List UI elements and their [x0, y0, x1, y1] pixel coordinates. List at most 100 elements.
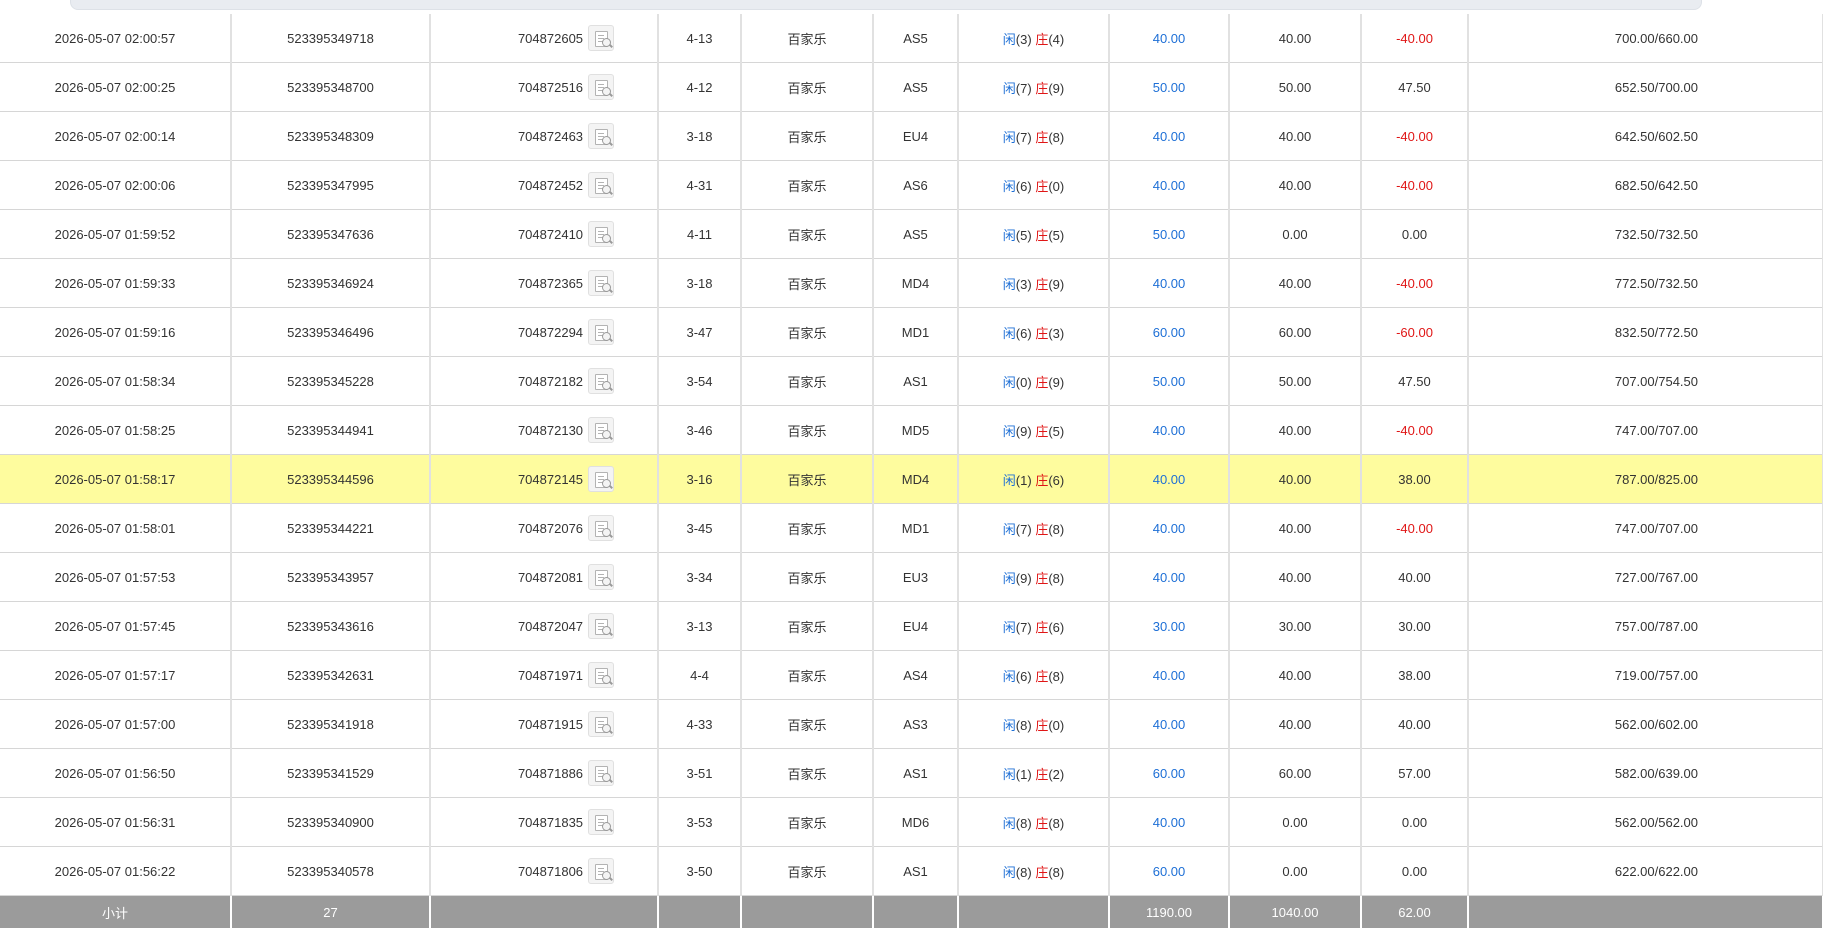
game-result: 闲(6) 庄(3) [958, 307, 1110, 357]
player-score: (8) [1015, 864, 1032, 880]
horizontal-scrollbar[interactable] [0, 0, 1823, 14]
document-search-icon[interactable] [588, 564, 615, 590]
shoe-number: 3-47 [658, 307, 742, 357]
round-cell: 704872410 [430, 209, 659, 259]
round-number: 704872145 [517, 471, 584, 487]
document-search-icon[interactable] [588, 368, 615, 394]
player-label: 闲 [1002, 276, 1016, 292]
player-score: (1) [1015, 766, 1032, 782]
banker-score: (0) [1048, 717, 1065, 733]
round-number: 704871971 [517, 667, 584, 683]
table-code: EU3 [873, 552, 959, 602]
valid-bet: 40.00 [1229, 650, 1362, 700]
game-type: 百家乐 [741, 650, 874, 700]
win-loss: 0.00 [1361, 846, 1469, 896]
banker-score: (8) [1048, 570, 1065, 586]
banker-label: 庄 [1035, 31, 1049, 47]
game-type: 百家乐 [741, 258, 874, 308]
balance-before-after: 582.00/639.00 [1468, 748, 1823, 798]
banker-score: (6) [1048, 472, 1065, 488]
document-search-icon[interactable] [588, 221, 615, 247]
document-search-icon[interactable] [588, 613, 615, 639]
table-code: AS3 [873, 699, 959, 749]
document-search-icon[interactable] [588, 809, 615, 835]
shoe-number: 3-18 [658, 111, 742, 161]
win-loss: 30.00 [1361, 601, 1469, 651]
player-score: (6) [1015, 325, 1032, 341]
document-search-icon[interactable] [588, 25, 615, 51]
player-label: 闲 [1002, 766, 1016, 782]
valid-bet: 60.00 [1229, 748, 1362, 798]
round-number: 704872076 [517, 520, 584, 536]
balance-before-after: 707.00/754.50 [1468, 356, 1823, 406]
table-row: 2026-05-07 01:58:01 523395344221 7048720… [0, 503, 1823, 553]
order-number: 523395347995 [231, 160, 431, 210]
banker-label: 庄 [1035, 570, 1049, 586]
shoe-number: 3-50 [658, 846, 742, 896]
valid-bet: 40.00 [1229, 258, 1362, 308]
win-loss: -60.00 [1361, 307, 1469, 357]
bet-time: 2026-05-07 01:58:25 [0, 405, 232, 455]
document-search-icon[interactable] [588, 662, 615, 688]
table-code: MD6 [873, 797, 959, 847]
balance-before-after: 652.50/700.00 [1468, 62, 1823, 112]
document-search-icon[interactable] [588, 515, 615, 541]
order-number: 523395344596 [231, 454, 431, 504]
document-search-icon[interactable] [588, 74, 615, 100]
banker-score: (8) [1048, 668, 1065, 684]
shoe-number: 3-51 [658, 748, 742, 798]
round-number: 704871886 [517, 765, 584, 781]
banker-label: 庄 [1035, 717, 1049, 733]
player-score: (7) [1015, 80, 1032, 96]
round-cell: 704872130 [430, 405, 659, 455]
game-type: 百家乐 [741, 748, 874, 798]
valid-bet: 40.00 [1229, 14, 1362, 63]
round-number: 704872605 [517, 30, 584, 46]
player-score: (8) [1015, 717, 1032, 733]
scrollbar-track[interactable] [70, 0, 1702, 10]
shoe-number: 4-4 [658, 650, 742, 700]
round-number: 704872365 [517, 275, 584, 291]
game-result: 闲(9) 庄(8) [958, 552, 1110, 602]
table-row: 2026-05-07 01:57:45 523395343616 7048720… [0, 601, 1823, 651]
document-search-icon[interactable] [588, 711, 615, 737]
document-search-icon[interactable] [588, 466, 615, 492]
player-label: 闲 [1002, 227, 1016, 243]
game-type: 百家乐 [741, 209, 874, 259]
balance-before-after: 562.00/602.00 [1468, 699, 1823, 749]
document-search-icon[interactable] [588, 319, 615, 345]
game-type: 百家乐 [741, 797, 874, 847]
round-cell: 704872145 [430, 454, 659, 504]
document-search-icon[interactable] [588, 123, 615, 149]
valid-bet: 40.00 [1229, 160, 1362, 210]
document-search-icon[interactable] [588, 270, 615, 296]
game-type: 百家乐 [741, 111, 874, 161]
game-result: 闲(1) 庄(2) [958, 748, 1110, 798]
player-label: 闲 [1002, 31, 1016, 47]
balance-before-after: 747.00/707.00 [1468, 503, 1823, 553]
banker-label: 庄 [1035, 766, 1049, 782]
round-number: 704872182 [517, 373, 584, 389]
banker-score: (4) [1048, 31, 1065, 47]
balance-before-after: 727.00/767.00 [1468, 552, 1823, 602]
document-search-icon[interactable] [588, 417, 615, 443]
round-number: 704872081 [517, 569, 584, 585]
player-label: 闲 [1002, 521, 1016, 537]
shoe-number: 4-11 [658, 209, 742, 259]
document-search-icon[interactable] [588, 858, 615, 884]
shoe-number: 3-13 [658, 601, 742, 651]
banker-score: (8) [1048, 521, 1065, 537]
valid-bet: 40.00 [1229, 699, 1362, 749]
bet-time: 2026-05-07 01:57:53 [0, 552, 232, 602]
document-search-icon[interactable] [588, 760, 615, 786]
table-row: 2026-05-07 01:59:52 523395347636 7048724… [0, 209, 1823, 259]
round-cell: 704872605 [430, 14, 659, 63]
table-code: EU4 [873, 111, 959, 161]
player-label: 闲 [1002, 423, 1016, 439]
bet-amount: 50.00 [1109, 356, 1230, 406]
player-label: 闲 [1002, 668, 1016, 684]
table-code: MD1 [873, 307, 959, 357]
balance-before-after: 642.50/602.50 [1468, 111, 1823, 161]
table-code: MD1 [873, 503, 959, 553]
document-search-icon[interactable] [588, 172, 615, 198]
